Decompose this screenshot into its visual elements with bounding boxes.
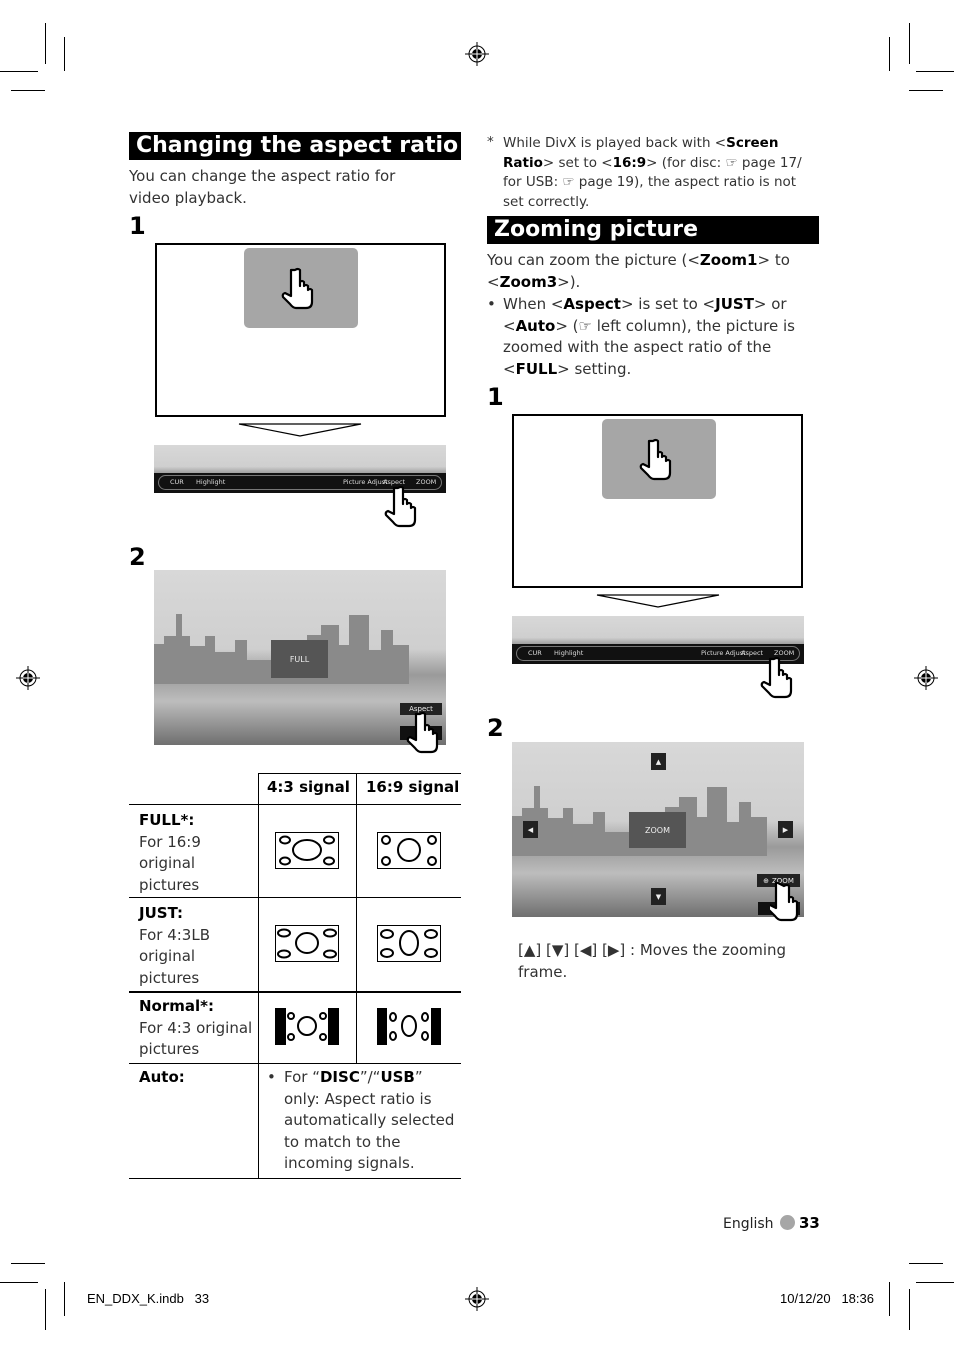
aspect-table: 4:3 signal 16:9 signal FULL*: For 16:9 o… bbox=[129, 773, 461, 1179]
crop-mark bbox=[909, 90, 943, 91]
video-screenshot: FULL Aspect bbox=[154, 570, 446, 745]
step-2-label: 2 bbox=[129, 543, 146, 571]
screen-frame bbox=[155, 243, 446, 417]
table-row: JUST: For 4:3LB original pictures bbox=[129, 898, 461, 991]
hand-pointer-icon bbox=[281, 267, 314, 310]
zoom-bullet: When <Aspect> is set to <JUST> or <Auto>… bbox=[503, 295, 795, 378]
page-dot-icon bbox=[780, 1215, 795, 1230]
mode-label: Auto: bbox=[139, 1068, 185, 1086]
language-label: English bbox=[723, 1216, 774, 1232]
crop-mark bbox=[45, 1289, 46, 1330]
zoom-mode-overlay: ZOOM bbox=[629, 812, 686, 848]
auto-description: For “DISC”/“USB” only: Aspect ratio is a… bbox=[284, 1068, 455, 1172]
section-title-zooming: Zooming picture bbox=[487, 216, 819, 244]
full-43-diagram bbox=[275, 832, 339, 869]
table-header-43: 4:3 signal bbox=[267, 778, 350, 796]
crop-mark bbox=[0, 1282, 38, 1283]
table-row: Auto: • For “DISC”/“USB” only: Aspect ra… bbox=[129, 1064, 461, 1178]
aspect-intro: You can change the aspect ratio for vide… bbox=[129, 167, 396, 207]
crop-mark bbox=[45, 23, 46, 64]
mode-description: For 4:3 original pictures bbox=[139, 1018, 253, 1059]
crop-mark bbox=[64, 37, 65, 71]
footnote-mark: * bbox=[487, 134, 494, 150]
hand-pointer-icon bbox=[384, 485, 417, 528]
table-row: FULL*: For 16:9 original pictures bbox=[129, 805, 461, 898]
registration-mark-icon bbox=[16, 666, 40, 690]
crop-mark bbox=[909, 1289, 910, 1330]
registration-mark-icon bbox=[465, 42, 489, 66]
mode-label: FULL*: bbox=[139, 811, 195, 829]
crop-mark bbox=[916, 71, 954, 72]
normal-169-diagram bbox=[377, 1008, 441, 1045]
magnifier-icon: ⊕ bbox=[763, 876, 769, 885]
hand-pointer-icon bbox=[760, 656, 793, 699]
hand-pointer-icon bbox=[406, 711, 439, 754]
touch-area-button[interactable] bbox=[602, 419, 716, 499]
crop-mark bbox=[11, 90, 45, 91]
down-arrow-icon bbox=[238, 423, 362, 437]
step-2-label: 2 bbox=[487, 714, 504, 742]
mode-label: Normal*: bbox=[139, 997, 214, 1015]
hand-pointer-icon bbox=[639, 438, 672, 481]
highlight-button[interactable]: Highlight bbox=[554, 649, 583, 657]
zoom-intro: You can zoom the picture (<Zoom1> to <Zo… bbox=[487, 251, 790, 291]
highlight-button[interactable]: Highlight bbox=[196, 478, 225, 486]
crop-mark bbox=[916, 1282, 954, 1283]
picture-adjust-button[interactable]: Picture Adjust bbox=[701, 649, 746, 657]
just-43-diagram bbox=[275, 925, 339, 962]
crop-mark bbox=[64, 1282, 65, 1316]
cur-button[interactable]: CUR bbox=[528, 649, 542, 657]
touch-area-button[interactable] bbox=[244, 248, 358, 328]
registration-mark-icon bbox=[465, 1287, 489, 1311]
normal-43-diagram bbox=[275, 1008, 339, 1045]
crop-mark bbox=[909, 23, 910, 64]
file-info: EN_DDX_K.indb 33 bbox=[87, 1291, 210, 1306]
full-169-diagram bbox=[377, 832, 441, 869]
crop-mark bbox=[889, 37, 890, 71]
video-screenshot: ▲ ◀ ▶ ▼ ZOOM ⊕ ZOOM bbox=[512, 742, 804, 917]
crop-mark bbox=[0, 71, 38, 72]
table-row: Normal*: For 4:3 original pictures bbox=[129, 993, 461, 1063]
print-timestamp: 10/12/20 18:36 bbox=[780, 1291, 874, 1306]
mode-label: JUST: bbox=[139, 904, 183, 922]
crop-mark bbox=[11, 1263, 45, 1264]
footnote-text: While DivX is played back with <Screen R… bbox=[503, 135, 802, 210]
arrow-caption: [▲] [▼] [◀] [▶] : Moves the zooming fram… bbox=[518, 941, 787, 981]
mode-description: For 16:9 original pictures bbox=[139, 832, 201, 894]
crop-mark bbox=[889, 1282, 890, 1316]
move-up-button[interactable]: ▲ bbox=[651, 753, 666, 770]
page-number: 33 bbox=[799, 1214, 820, 1232]
down-arrow-icon bbox=[596, 594, 720, 608]
picture-adjust-button[interactable]: Picture Adjust bbox=[343, 478, 388, 486]
step-1-label: 1 bbox=[487, 383, 504, 411]
screen-frame bbox=[512, 414, 803, 588]
registration-mark-icon bbox=[914, 666, 938, 690]
move-left-button[interactable]: ◀ bbox=[523, 821, 538, 838]
cur-button[interactable]: CUR bbox=[170, 478, 184, 486]
aspect-mode-overlay: FULL bbox=[271, 640, 328, 678]
section-title-aspect-ratio: Changing the aspect ratio bbox=[129, 132, 461, 160]
move-right-button[interactable]: ▶ bbox=[778, 821, 793, 838]
mode-description: For 4:3LB original pictures bbox=[139, 925, 210, 987]
table-header-169: 16:9 signal bbox=[366, 778, 460, 796]
move-down-button[interactable]: ▼ bbox=[651, 888, 666, 905]
step-1-label: 1 bbox=[129, 212, 146, 240]
crop-mark bbox=[909, 1263, 943, 1264]
hand-pointer-icon bbox=[770, 882, 799, 922]
just-169-diagram bbox=[377, 925, 441, 962]
